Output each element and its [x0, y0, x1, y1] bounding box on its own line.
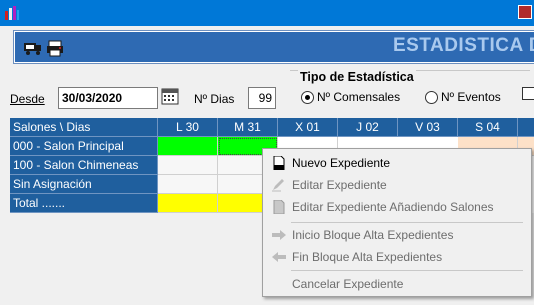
document-add-icon [273, 200, 285, 214]
arrow-left-icon [272, 252, 286, 262]
radio-eventos[interactable] [425, 91, 438, 104]
desde-date-input[interactable]: 30/03/2020 [58, 87, 158, 109]
menu-item-label: Inicio Bloque Alta Expedientes [292, 228, 454, 242]
menu-item-fin-bloque[interactable]: Fin Bloque Alta Expedientes [265, 246, 529, 268]
day-header[interactable]: L 30 [158, 118, 218, 137]
day-header[interactable]: M 31 [218, 118, 278, 137]
grid-cell[interactable] [158, 137, 218, 156]
day-header[interactable]: X 01 [278, 118, 338, 137]
truck-icon[interactable] [23, 39, 43, 57]
dias-label: Nº Dias [194, 92, 235, 106]
calendar-icon[interactable] [161, 87, 179, 105]
app-chart-icon [5, 6, 19, 20]
tipo-estadistica-title: Tipo de Estadística [298, 70, 416, 84]
grid-corner-header: Salones \ Dias [10, 118, 158, 137]
day-header-partial[interactable] [518, 118, 534, 137]
header-panel: ESTADISTICA D [14, 31, 534, 63]
menu-separator [291, 222, 523, 223]
edit-pencil-icon [272, 179, 284, 192]
grid-cell[interactable] [158, 175, 218, 194]
window-close-button[interactable] [518, 5, 532, 19]
grid-cell[interactable] [158, 156, 218, 175]
menu-separator [291, 270, 523, 271]
row-label[interactable]: Sin Asignación [10, 175, 158, 194]
day-header[interactable]: S 04 [458, 118, 518, 137]
menu-item-cancelar-expediente[interactable]: Cancelar Expediente [265, 273, 529, 295]
menu-item-label: Fin Bloque Alta Expedientes [292, 250, 443, 264]
row-label[interactable]: 000 - Salon Principal [10, 137, 158, 156]
menu-item-label: Cancelar Expediente [292, 277, 404, 291]
total-cell[interactable] [158, 194, 218, 213]
row-label-total: Total ....... [10, 194, 158, 213]
context-menu: Nuevo Expediente Editar Expediente Edita… [262, 148, 532, 297]
day-header[interactable]: J 02 [338, 118, 398, 137]
menu-item-label: Editar Expediente Añadiendo Salones [292, 200, 494, 214]
menu-item-inicio-bloque[interactable]: Inicio Bloque Alta Expedientes [265, 224, 529, 246]
printer-icon[interactable] [45, 39, 65, 57]
day-header[interactable]: V 03 [398, 118, 458, 137]
menu-item-editar-expediente[interactable]: Editar Expediente [265, 174, 529, 196]
radio-comensales[interactable] [301, 91, 314, 104]
arrow-right-icon [272, 230, 286, 240]
row-label[interactable]: 100 - Salon Chimeneas [10, 156, 158, 175]
menu-item-label: Nuevo Expediente [292, 156, 391, 170]
new-document-icon [273, 156, 285, 170]
menu-item-editar-anadiendo-salones[interactable]: Editar Expediente Añadiendo Salones [265, 196, 529, 218]
menu-item-label: Editar Expediente [292, 178, 387, 192]
radio-eventos-label[interactable]: Nº Eventos [441, 90, 501, 104]
dias-input[interactable]: 99 [248, 87, 276, 109]
window-titlebar [0, 0, 534, 26]
desde-label: Desde [10, 92, 45, 106]
menu-item-nuevo-expediente[interactable]: Nuevo Expediente [265, 152, 529, 174]
options-checkbox[interactable] [522, 87, 534, 100]
radio-comensales-label[interactable]: Nº Comensales [317, 90, 400, 104]
page-title: ESTADISTICA D [392, 35, 534, 56]
